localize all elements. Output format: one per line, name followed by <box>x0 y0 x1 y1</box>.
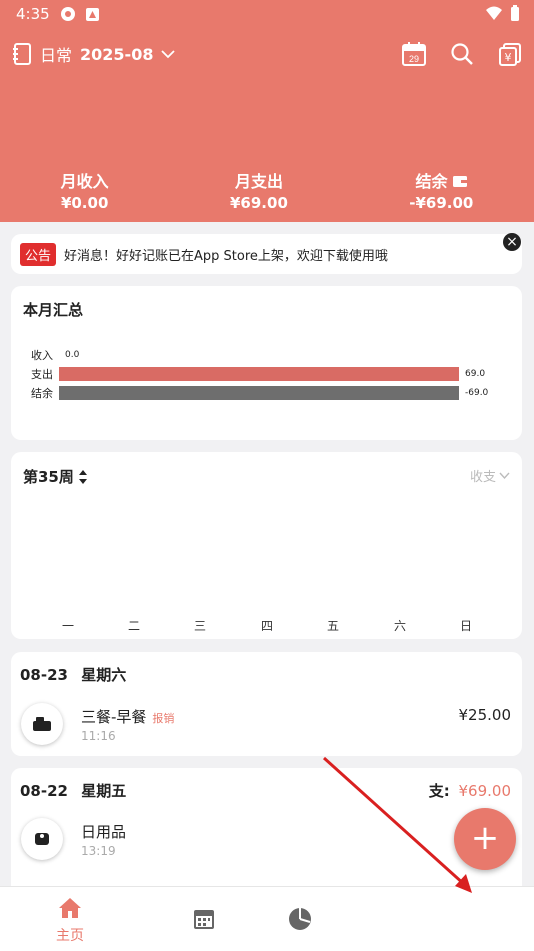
annotation-arrow <box>322 756 472 893</box>
